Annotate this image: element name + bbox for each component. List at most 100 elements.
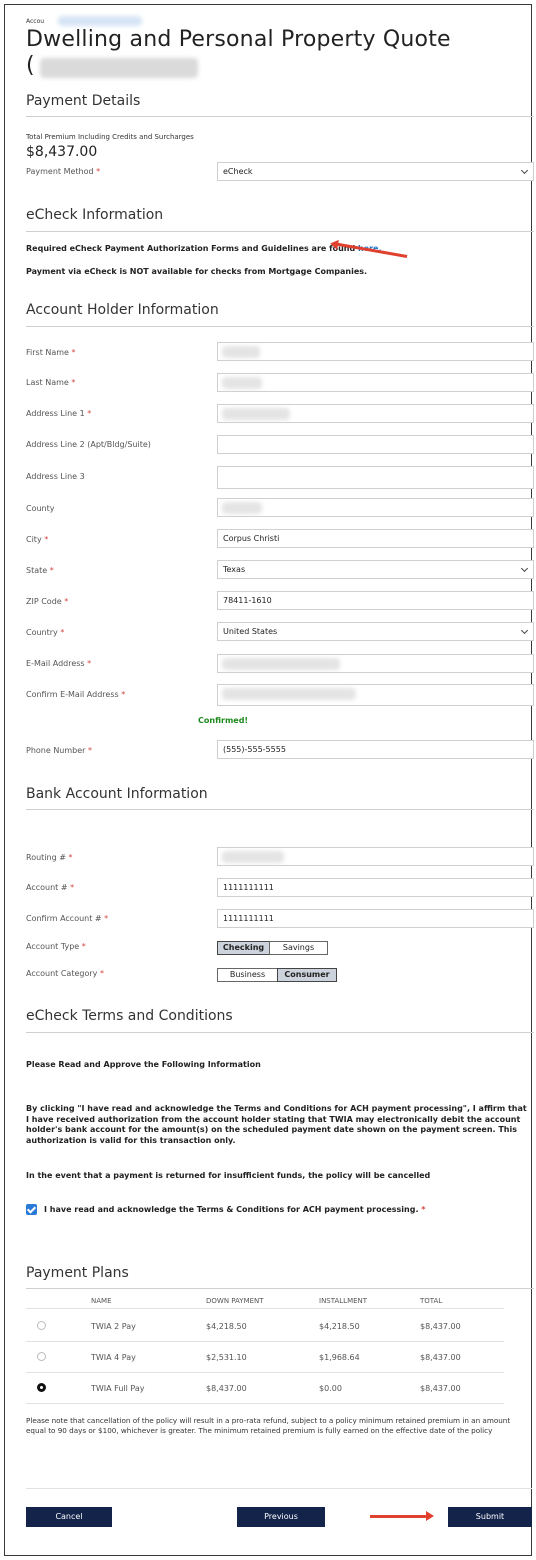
confirm-email-label: Confirm E-Mail Address * [26,690,126,699]
echeck-mortgage-note: Payment via eCheck is NOT available for … [26,267,368,276]
echeck-info-heading: eCheck Information [26,207,164,223]
plan-down-payment: $8,437.00 [206,1384,247,1393]
confirm-account-label: Confirm Account # * [26,914,109,923]
col-header-name: NAME [91,1297,112,1305]
terms-read-approve: Please Read and Approve the Following In… [26,1060,261,1069]
page-title: Dwelling and Personal Property Quote [26,27,451,52]
redacted-value [222,408,290,420]
first-name-input[interactable] [217,342,534,361]
account-type-savings[interactable]: Savings [269,941,328,955]
col-header-installment: INSTALLMENT [319,1297,368,1305]
redacted-quote-id [40,58,198,78]
payment-details-heading: Payment Details [26,93,141,109]
previous-button[interactable]: Previous [237,1507,325,1527]
divider [26,1372,504,1373]
county-label: County [26,504,55,513]
city-label: City * [26,535,49,544]
account-category-label: Account Category * [26,969,104,978]
divider [26,1032,534,1033]
cancel-button[interactable]: Cancel [26,1507,112,1527]
address-line2-label: Address Line 2 (Apt/Bldg/Suite) [26,440,151,449]
col-header-down-payment: DOWN PAYMENT [206,1297,264,1305]
plan-radio-2pay[interactable] [37,1321,46,1330]
divider [26,326,534,327]
divider [26,1403,504,1404]
account-category-consumer[interactable]: Consumer [277,968,337,982]
redacted-value [222,377,262,389]
state-label: State * [26,566,54,575]
terms-nsf-note: In the event that a payment is returned … [26,1171,431,1180]
premium-label: Total Premium Including Credits and Surc… [26,133,194,141]
plan-total: $8,437.00 [420,1353,461,1362]
plan-installment: $1,968.64 [319,1353,360,1362]
email-label: E-Mail Address * [26,659,92,668]
zip-label: ZIP Code * [26,597,69,606]
plan-radio-fullpay[interactable] [37,1383,46,1392]
country-select[interactable]: United States [217,622,534,641]
routing-label: Routing # * [26,853,73,862]
phone-input[interactable]: (555)-555-5555 [217,740,534,759]
divider [26,1288,534,1289]
redacted-value [222,502,262,514]
plan-down-payment: $4,218.50 [206,1322,247,1331]
redacted-value [222,851,284,863]
payment-method-label: Payment Method * [26,167,101,176]
country-label: Country * [26,628,65,637]
account-type-label: Account Type * [26,942,86,951]
divider [26,1308,504,1309]
phone-label: Phone Number * [26,746,93,755]
divider [26,1488,532,1489]
annotation-arrow-icon [370,1511,434,1521]
address-line2-input[interactable] [217,435,534,454]
address-line3-label: Address Line 3 [26,472,85,481]
account-prefix: Accou [26,18,45,25]
last-name-input[interactable] [217,373,534,392]
terms-ack-label: I have read and acknowledge the Terms & … [44,1205,426,1214]
redacted-value [222,346,260,358]
divider [26,231,534,232]
plan-name: TWIA 2 Pay [91,1322,136,1331]
terms-ack-checkbox[interactable] [26,1204,37,1215]
account-number-input[interactable]: 1111111111 [217,878,534,897]
page: Accou Dwelling and Personal Property Quo… [0,0,536,1560]
account-category-business[interactable]: Business [217,968,278,982]
divider [26,116,534,117]
plan-installment: $0.00 [319,1384,342,1393]
account-holder-heading: Account Holder Information [26,302,219,318]
plan-radio-4pay[interactable] [37,1352,46,1361]
account-number-label: Account # * [26,883,75,892]
redacted-value [222,658,340,670]
submit-button[interactable]: Submit [448,1507,532,1527]
city-input[interactable]: Corpus Christi [217,529,534,548]
payment-method-select[interactable]: eCheck [217,162,534,181]
redacted-value [222,688,356,700]
address-line3-input[interactable] [217,466,534,489]
page-title-line2: ( [26,53,35,78]
county-input[interactable] [217,498,534,517]
echeck-forms-text: Required eCheck Payment Authorization Fo… [26,244,382,253]
state-select[interactable]: Texas [217,560,534,579]
plan-name: TWIA 4 Pay [91,1353,136,1362]
last-name-label: Last Name * [26,378,76,387]
bank-account-heading: Bank Account Information [26,786,208,802]
col-header-total: TOTAL [420,1297,443,1305]
premium-value: $8,437.00 [26,144,98,160]
plan-total: $8,437.00 [420,1322,461,1331]
plan-installment: $4,218.50 [319,1322,360,1331]
terms-heading: eCheck Terms and Conditions [26,1008,233,1024]
redacted-account-number [58,16,142,26]
divider [26,1341,504,1342]
plan-total: $8,437.00 [420,1384,461,1393]
address-line1-label: Address Line 1 * [26,409,92,418]
first-name-label: First Name * [26,348,76,357]
confirm-account-input[interactable]: 1111111111 [217,909,534,928]
account-type-checking[interactable]: Checking [217,941,270,955]
cancellation-note: Please note that cancellation of the pol… [26,1416,511,1435]
payment-plans-heading: Payment Plans [26,1265,129,1281]
divider [26,809,534,810]
terms-paragraph: By clicking "I have read and acknowledge… [26,1104,527,1145]
plan-down-payment: $2,531.10 [206,1353,247,1362]
zip-input[interactable]: 78411-1610 [217,591,534,610]
email-confirmed-text: Confirmed! [198,716,249,725]
plan-name: TWIA Full Pay [91,1384,145,1393]
